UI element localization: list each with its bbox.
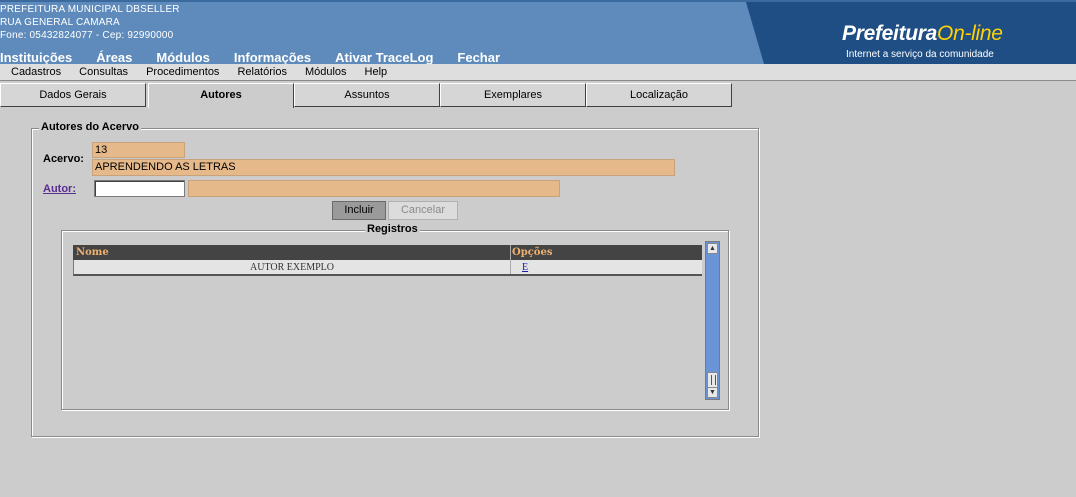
- scroll-up-icon[interactable]: ▲: [707, 243, 718, 254]
- autores-fieldset-legend: Autores do Acervo: [39, 121, 142, 133]
- tab-exemplares[interactable]: Exemplares: [440, 83, 586, 107]
- org-address: RUA GENERAL CAMARA: [0, 17, 120, 28]
- org-name: PREFEITURA MUNICIPAL DBSELLER: [0, 4, 180, 15]
- menubar-cadastros[interactable]: Cadastros: [11, 64, 61, 80]
- logo-prefix: Prefeitura: [842, 22, 938, 45]
- row-opcoes-cell: E: [511, 260, 702, 274]
- menubar-procedimentos[interactable]: Procedimentos: [146, 64, 219, 80]
- column-header-nome: Nome: [73, 245, 511, 260]
- registros-grid: Nome Opções AUTOR EXEMPLO E: [73, 245, 702, 276]
- menubar-consultas[interactable]: Consultas: [79, 64, 128, 80]
- grid-scrollbar[interactable]: ▲ ▼: [705, 241, 720, 400]
- table-row: AUTOR EXEMPLO E: [73, 260, 702, 276]
- org-contact: Fone: 05432824077 - Cep: 92990000: [0, 30, 174, 41]
- column-header-opcoes: Opções: [512, 247, 553, 258]
- autor-code-input[interactable]: [94, 180, 185, 197]
- app-header: PREFEITURA MUNICIPAL DBSELLER RUA GENERA…: [0, 0, 1076, 65]
- module-menubar: Cadastros Consultas Procedimentos Relató…: [0, 64, 1076, 81]
- menubar-help[interactable]: Help: [365, 64, 388, 80]
- row-nome-cell: AUTOR EXEMPLO: [74, 260, 511, 274]
- acervo-label: Acervo:: [43, 153, 84, 165]
- org-info: PREFEITURA MUNICIPAL DBSELLER RUA GENERA…: [0, 3, 180, 42]
- registros-legend: Registros: [365, 223, 420, 235]
- scroll-down-icon[interactable]: ▼: [707, 387, 718, 398]
- acervo-code-field: 13: [92, 142, 185, 158]
- menubar-relatorios[interactable]: Relatórios: [237, 64, 287, 80]
- cancelar-button[interactable]: Cancelar: [388, 201, 458, 220]
- logo-title: PrefeituraOn-line: [842, 22, 1003, 46]
- tab-autores[interactable]: Autores: [148, 83, 294, 108]
- tab-assuntos[interactable]: Assuntos: [294, 83, 440, 107]
- incluir-button[interactable]: Incluir: [332, 201, 386, 220]
- tab-dados-gerais[interactable]: Dados Gerais: [0, 83, 146, 107]
- tab-localizacao[interactable]: Localização: [586, 83, 732, 107]
- delete-author-link[interactable]: E: [522, 262, 528, 273]
- scroll-thumb[interactable]: [707, 372, 718, 388]
- autor-lookup-link[interactable]: Autor:: [43, 183, 76, 195]
- logo-suffix: On-line: [937, 22, 1003, 45]
- acervo-title-field: APRENDENDO AS LETRAS: [92, 159, 675, 176]
- prefeitura-online-logo: PrefeituraOn-line Internet a serviço da …: [746, 2, 1076, 64]
- logo-tagline: Internet a serviço da comunidade: [846, 49, 994, 60]
- menubar-modulos[interactable]: Módulos: [305, 64, 347, 80]
- grid-header: Nome Opções: [73, 245, 702, 260]
- autor-name-field: [188, 180, 560, 197]
